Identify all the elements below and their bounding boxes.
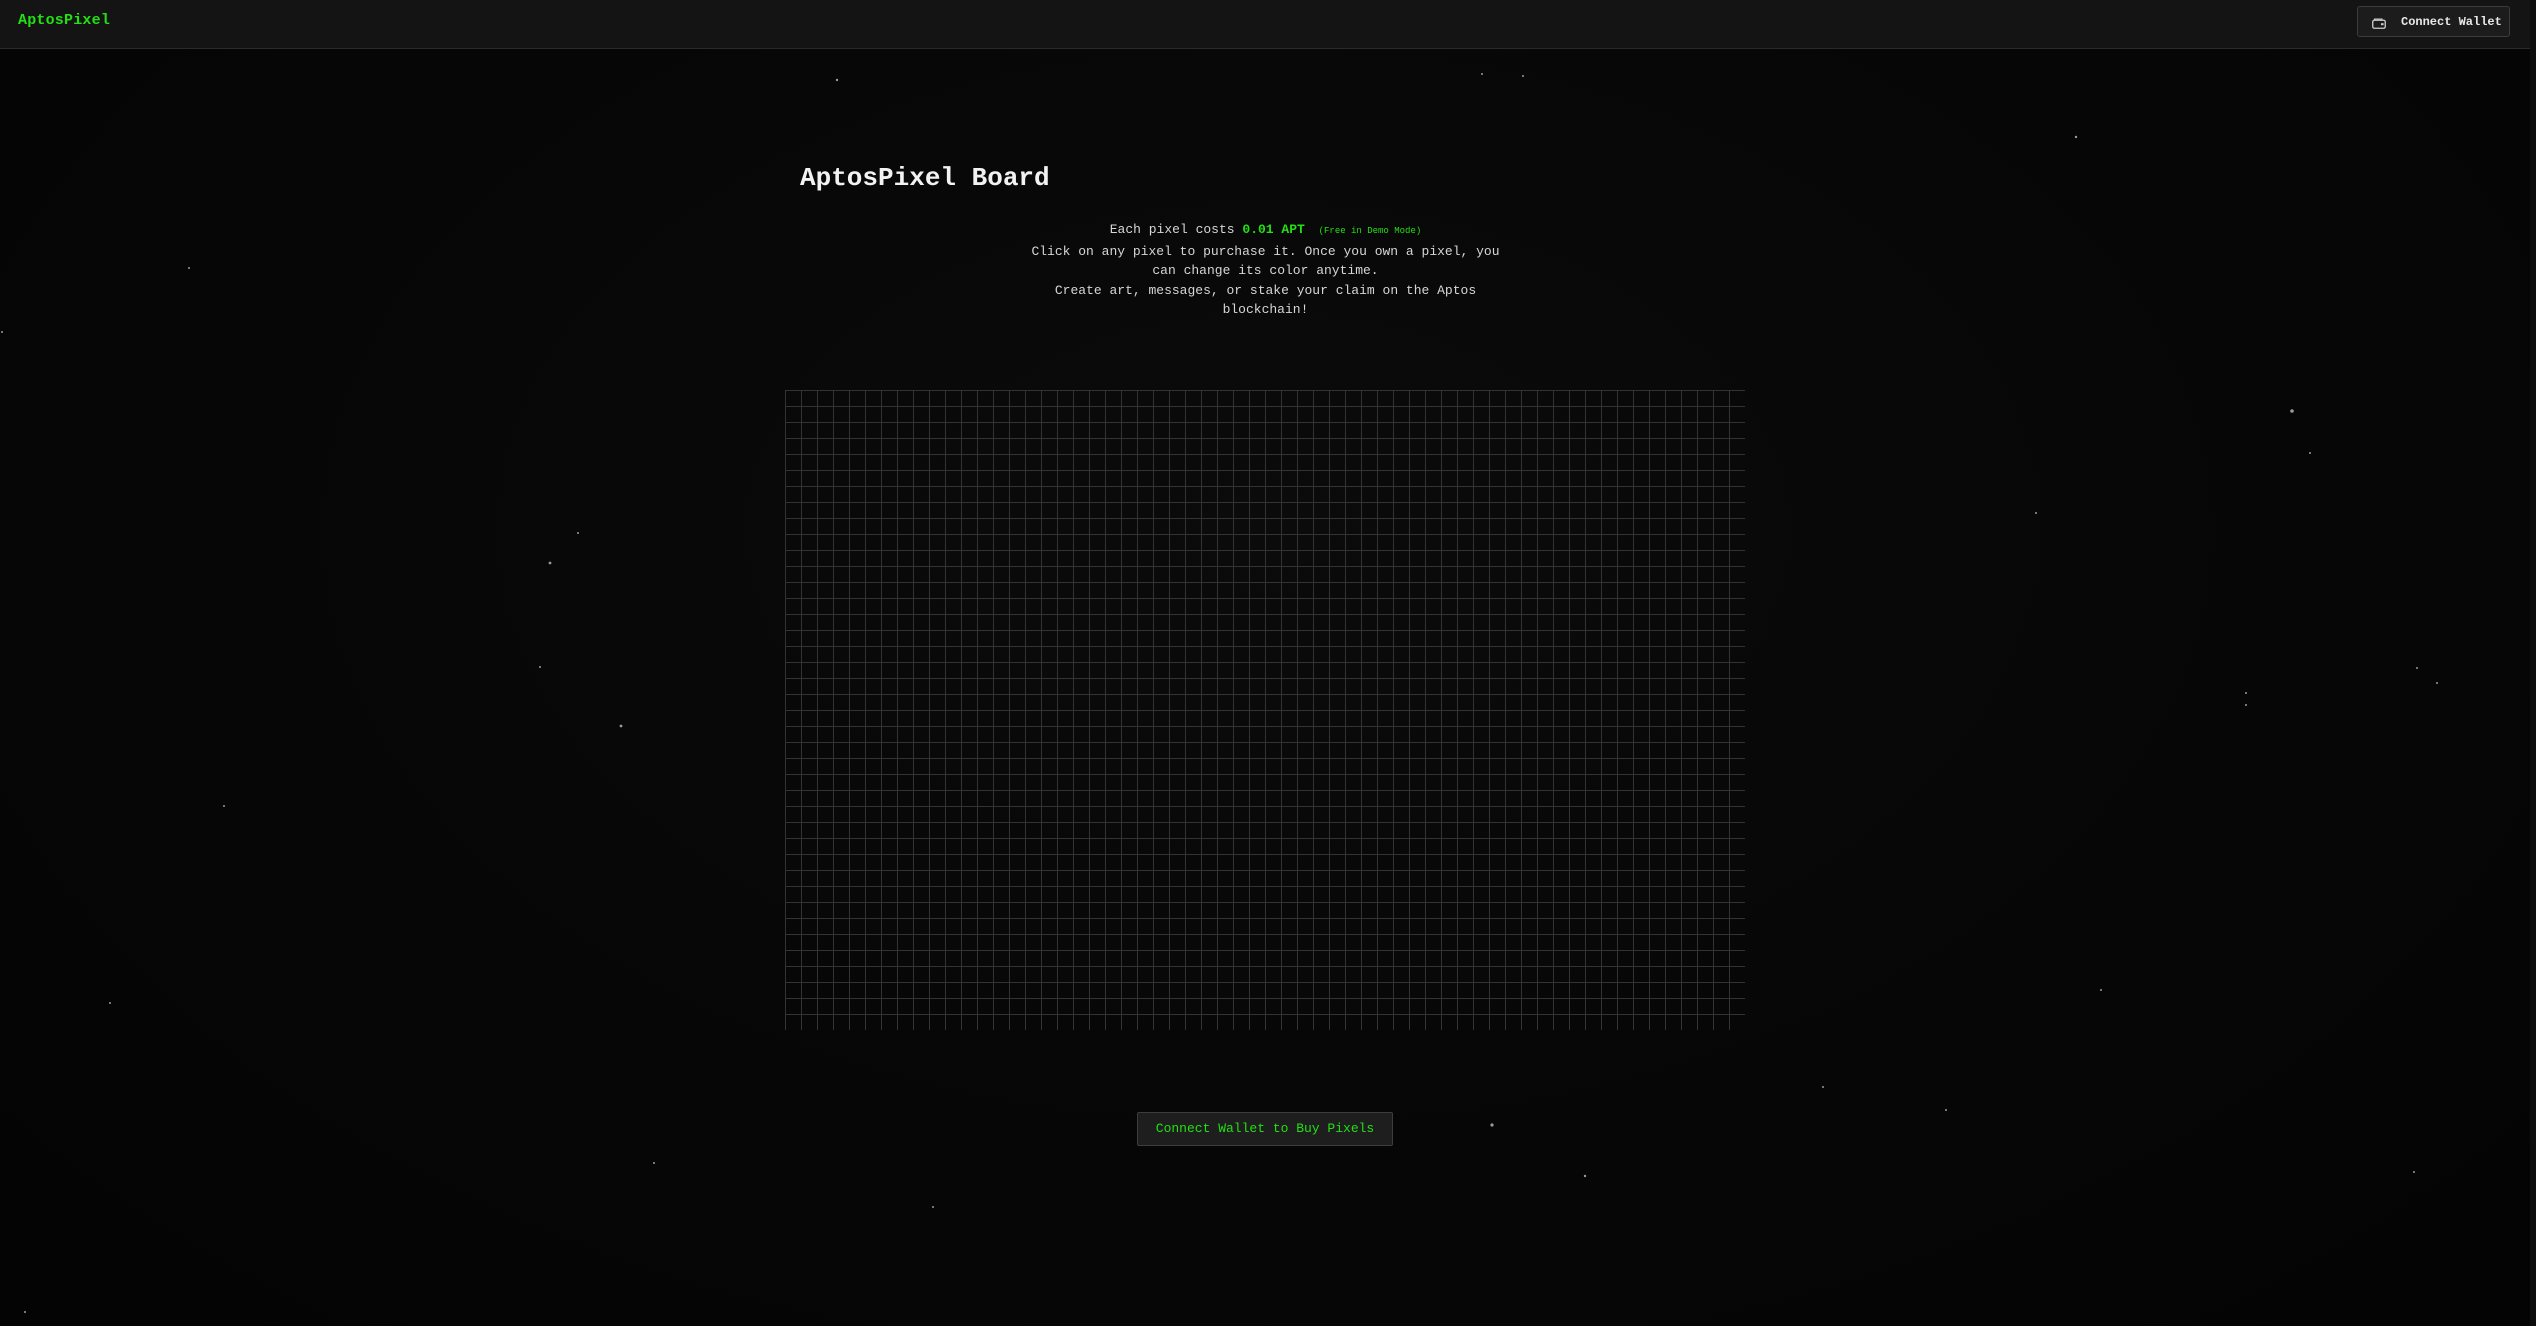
connect-wallet-button[interactable]: Connect Wallet — [2357, 6, 2510, 37]
wallet-icon — [2372, 16, 2386, 29]
tagline: Create art, messages, or stake your clai… — [1054, 282, 1477, 318]
demo-mode-note: (Free in Demo Mode) — [1318, 226, 1422, 236]
pixel-board[interactable] — [785, 390, 1745, 1030]
vertical-scrollbar[interactable] — [2530, 0, 2536, 1326]
price-line: Each pixel costs 0.01 APT (Free in Demo … — [1028, 220, 1503, 242]
page-title: AptosPixel Board — [800, 163, 1050, 193]
instruction-line: Click on any pixel to purchase it. Once … — [1031, 243, 1500, 279]
board-description: Each pixel costs 0.01 APT (Free in Demo … — [1028, 220, 1503, 320]
price-value: 0.01 APT — [1242, 222, 1305, 237]
price-prefix: Each pixel costs — [1109, 222, 1235, 237]
connect-wallet-to-buy-button[interactable]: Connect Wallet to Buy Pixels — [1137, 1112, 1393, 1146]
brand-logo[interactable]: AptosPixel — [18, 12, 110, 29]
connect-wallet-label: Connect Wallet — [2401, 14, 2502, 29]
pixel-grid[interactable] — [785, 390, 1745, 1030]
page: AptosPixel Connect Wallet AptosPixel Boa… — [0, 0, 2536, 1326]
top-navigation-bar: AptosPixel Connect Wallet — [0, 0, 2530, 49]
